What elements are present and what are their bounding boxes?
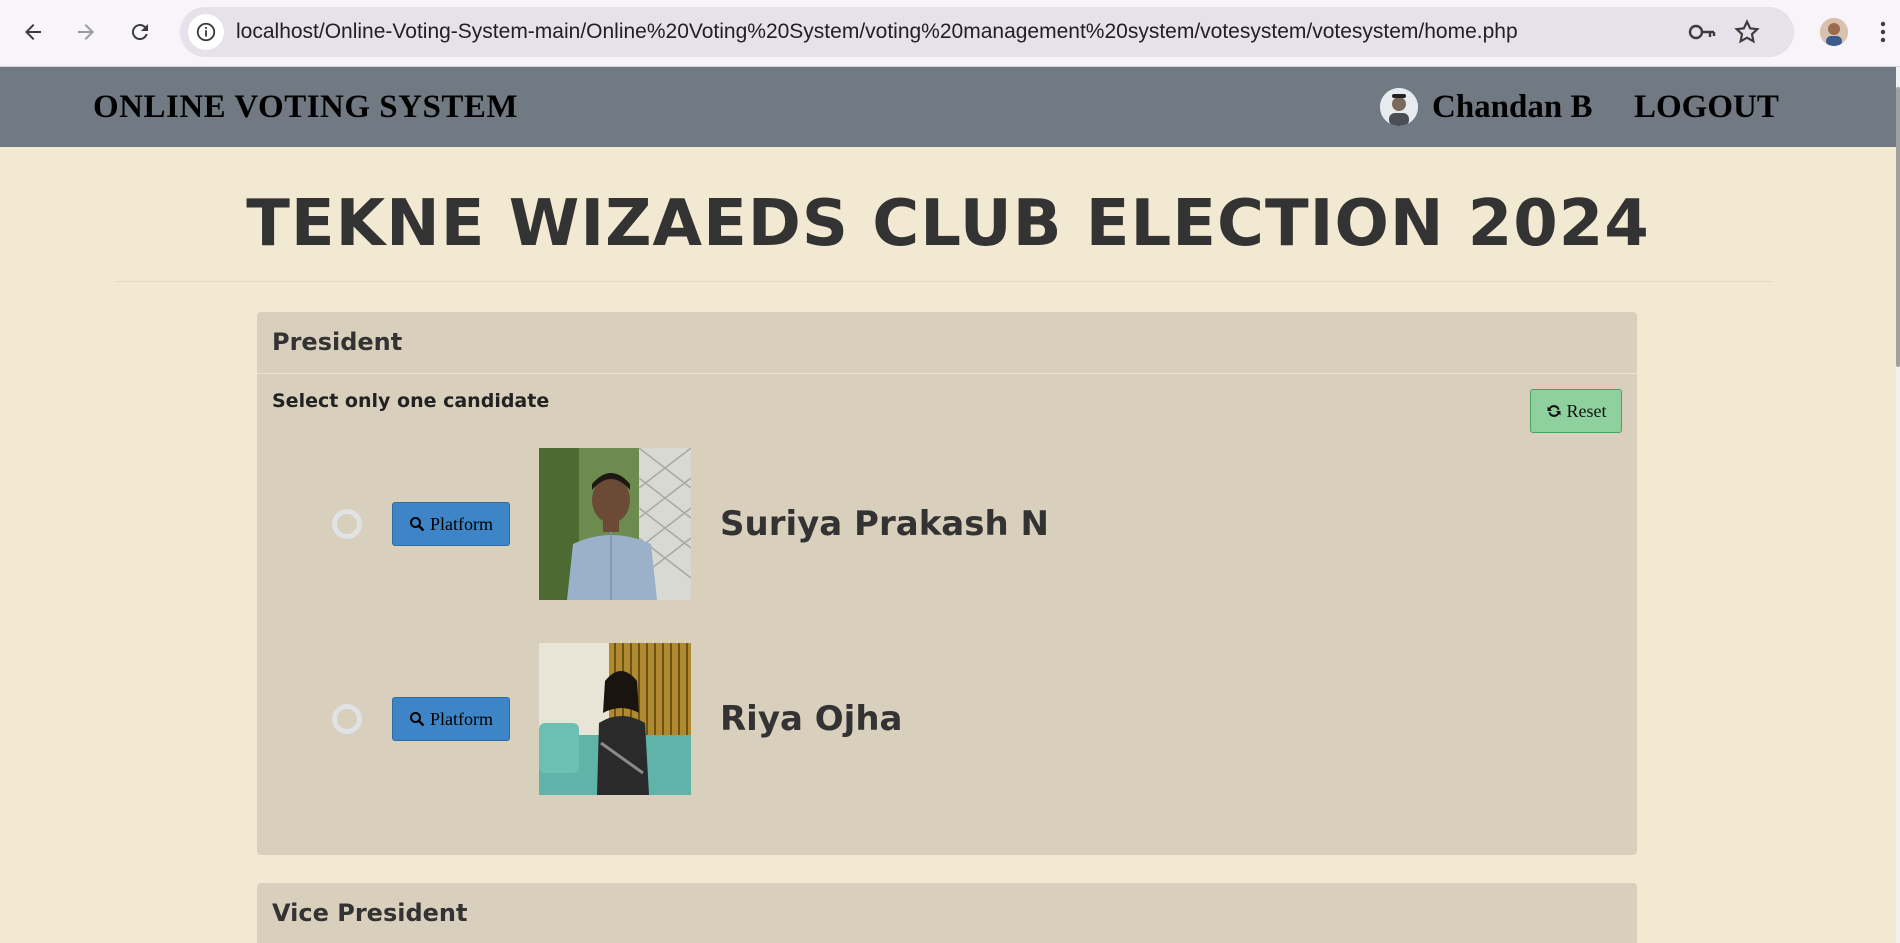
user-photo-icon	[1380, 88, 1418, 126]
logout-link[interactable]: LOGOUT	[1634, 67, 1779, 147]
search-icon	[410, 712, 425, 727]
platform-button[interactable]: Platform	[392, 502, 510, 546]
browser-toolbar: localhost/Online-Voting-System-main/Onli…	[0, 0, 1900, 67]
refresh-icon	[1547, 405, 1560, 417]
url-text[interactable]: localhost/Online-Voting-System-main/Onli…	[236, 7, 1518, 57]
panel-heading: President	[257, 312, 1637, 374]
candidate-row: Platform Riya Ojha	[257, 643, 1637, 795]
selection-instruction: Select only one candidate	[272, 390, 550, 412]
browser-profile-avatar[interactable]	[1820, 18, 1848, 46]
profile-photo-icon	[1820, 18, 1848, 46]
platform-label: Platform	[430, 513, 493, 534]
position-title: President	[272, 328, 403, 356]
position-panel-president: President Select only one candidate Rese…	[257, 312, 1637, 855]
forward-button[interactable]	[68, 14, 104, 50]
back-button[interactable]	[15, 14, 51, 50]
candidate-photo	[539, 448, 691, 600]
reload-icon	[131, 24, 148, 41]
candidate-radio[interactable]	[332, 509, 362, 539]
page-scrollbar[interactable]	[1896, 67, 1900, 943]
user-name: Chandan B	[1432, 89, 1593, 125]
key-icon[interactable]	[1688, 20, 1716, 44]
title-divider	[115, 281, 1773, 282]
address-bar[interactable]: localhost/Online-Voting-System-main/Onli…	[180, 7, 1794, 57]
reset-button[interactable]: Reset	[1530, 389, 1622, 433]
platform-label: Platform	[430, 708, 493, 729]
candidate-portrait	[539, 448, 691, 600]
election-title: TEKNE WIZAEDS CLUB ELECTION 2024	[246, 187, 1650, 261]
star-icon[interactable]	[1734, 19, 1760, 45]
search-icon	[410, 517, 425, 532]
app-header: ONLINE VOTING SYSTEM Chandan B LOGOUT	[0, 67, 1896, 147]
candidate-row: Platform Suriya Prakash N	[257, 448, 1637, 600]
candidate-portrait	[539, 643, 691, 795]
position-panel-vice-president: Vice President	[257, 883, 1637, 943]
arrow-left-icon	[25, 24, 41, 40]
candidate-radio[interactable]	[332, 704, 362, 734]
kebab-menu-icon[interactable]	[1880, 20, 1886, 44]
candidate-photo	[539, 643, 691, 795]
reset-label: Reset	[1566, 400, 1607, 421]
scrollbar-thumb[interactable]	[1896, 87, 1900, 367]
position-title: Vice President	[272, 899, 468, 927]
candidate-name: Suriya Prakash N	[720, 504, 1049, 544]
site-info-button[interactable]	[188, 14, 224, 50]
user-avatar	[1380, 88, 1418, 126]
brand-title[interactable]: ONLINE VOTING SYSTEM	[93, 67, 518, 147]
info-icon	[196, 22, 216, 42]
platform-button[interactable]: Platform	[392, 697, 510, 741]
arrow-right-icon	[78, 24, 94, 40]
reload-button[interactable]	[122, 14, 158, 50]
candidate-name: Riya Ojha	[720, 699, 903, 739]
